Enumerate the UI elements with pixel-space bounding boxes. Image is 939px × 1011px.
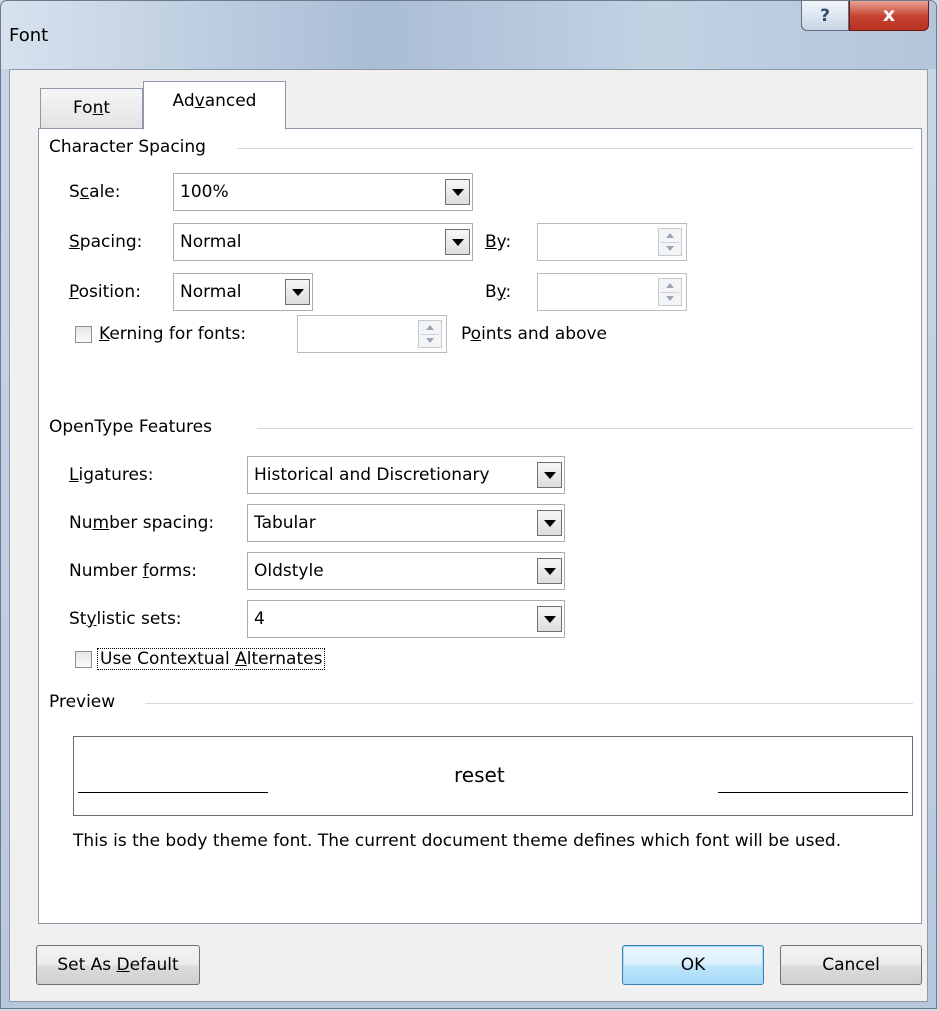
contextual-alternates-label[interactable]: Use Contextual Alternates: [97, 648, 326, 670]
number-forms-combo[interactable]: Oldstyle: [247, 552, 565, 590]
help-button[interactable]: ?: [801, 1, 849, 31]
title-bar: Font ? x: [1, 1, 936, 69]
spacing-label: Spacing:: [69, 232, 143, 252]
position-label: Position:: [69, 282, 141, 302]
dropdown-arrow-icon[interactable]: [445, 229, 470, 255]
preview-rule-right: [718, 792, 908, 793]
dialog-title: Font: [9, 25, 49, 46]
ok-button[interactable]: OK: [622, 945, 764, 985]
group-divider: [237, 148, 913, 149]
dialog-body: Font Advanced Character Spacing Scale: 1…: [9, 69, 928, 1002]
spin-arrows-icon[interactable]: [418, 320, 442, 348]
dropdown-arrow-icon[interactable]: [537, 606, 562, 632]
scale-label: Scale:: [69, 182, 121, 202]
kerning-label[interactable]: Kerning for fonts:: [99, 324, 246, 344]
kerning-spinner[interactable]: [297, 315, 447, 353]
spin-arrows-icon[interactable]: [658, 278, 682, 306]
preview-sample: reset: [454, 763, 505, 787]
tab-advanced[interactable]: Advanced: [143, 81, 286, 130]
ligatures-combo[interactable]: Historical and Discretionary: [247, 456, 565, 494]
advanced-panel: Character Spacing Scale: 100% Spacing: N…: [38, 128, 922, 924]
spacing-combo[interactable]: Normal: [173, 223, 473, 261]
cancel-button[interactable]: Cancel: [780, 945, 922, 985]
kerning-suffix-label: Points and above: [461, 324, 608, 344]
opentype-title: OpenType Features: [49, 417, 212, 437]
preview-rule-left: [78, 792, 268, 793]
dropdown-arrow-icon[interactable]: [445, 179, 470, 205]
stylistic-sets-label: Stylistic sets:: [69, 609, 182, 629]
group-divider: [257, 428, 913, 429]
dropdown-arrow-icon[interactable]: [537, 558, 562, 584]
font-dialog: Font ? x Font Advanced Character Spacing…: [0, 0, 937, 1009]
position-by-spinner[interactable]: [537, 273, 687, 311]
number-spacing-combo[interactable]: Tabular: [247, 504, 565, 542]
group-divider: [145, 703, 913, 704]
dropdown-arrow-icon[interactable]: [537, 462, 562, 488]
position-by-label: By:: [485, 282, 512, 302]
spacing-by-spinner[interactable]: [537, 223, 687, 261]
preview-title: Preview: [49, 692, 116, 712]
ligatures-label: Ligatures:: [69, 465, 154, 485]
tab-font[interactable]: Font: [40, 88, 143, 128]
number-spacing-label: Number spacing:: [69, 513, 215, 533]
close-button[interactable]: x: [849, 1, 929, 31]
preview-description: This is the body theme font. The current…: [73, 831, 842, 851]
spacing-by-label: By:: [485, 232, 512, 252]
position-combo[interactable]: Normal: [173, 273, 313, 311]
kerning-checkbox[interactable]: [75, 326, 92, 343]
dropdown-arrow-icon[interactable]: [285, 279, 310, 305]
preview-box: reset: [73, 736, 913, 816]
number-forms-label: Number forms:: [69, 561, 197, 581]
character-spacing-title: Character Spacing: [49, 137, 206, 157]
scale-combo[interactable]: 100%: [173, 173, 473, 211]
dropdown-arrow-icon[interactable]: [537, 510, 562, 536]
set-as-default-button[interactable]: Set As Default: [36, 945, 200, 985]
contextual-alternates-checkbox[interactable]: [75, 651, 92, 668]
spin-arrows-icon[interactable]: [658, 228, 682, 256]
stylistic-sets-combo[interactable]: 4: [247, 600, 565, 638]
